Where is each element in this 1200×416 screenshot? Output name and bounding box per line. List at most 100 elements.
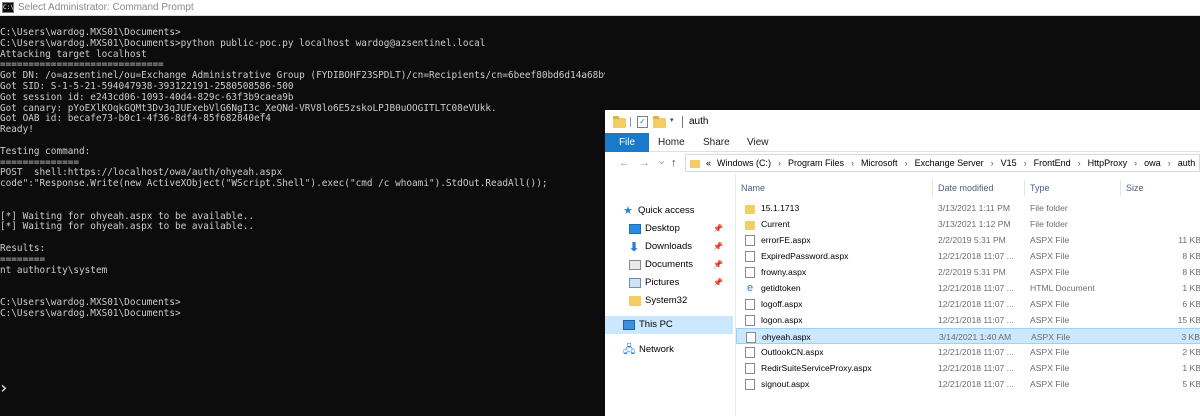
- console-output[interactable]: C:\Users\wardog.MXS01\Documents> C:\Users…: [0, 28, 605, 416]
- breadcrumb-segment[interactable]: Microsoft: [861, 158, 898, 168]
- recent-locations-chevron-down-icon[interactable]: ⌄: [657, 154, 666, 168]
- breadcrumb-chevron-right-icon[interactable]: ›: [905, 158, 908, 168]
- console-line: [*] Waiting for ohyeah.aspx to be availa…: [0, 221, 254, 233]
- file-size: 1 KB: [1182, 363, 1200, 373]
- folder-icon: [690, 160, 700, 168]
- file-date-modified: 2/2/2019 5:31 PM: [938, 235, 1006, 245]
- file-row[interactable]: 15.1.1713 3/13/2021 1:11 PM File folder: [736, 200, 1200, 216]
- pin-icon: 📌: [713, 278, 723, 287]
- file-list[interactable]: Name Date modified Type Size 15.1.1713 3/…: [735, 174, 1200, 416]
- tab-file[interactable]: File: [605, 133, 649, 152]
- file-type: ASPX File: [1031, 332, 1071, 342]
- console-line: Results:: [0, 242, 46, 254]
- tab-home[interactable]: Home: [658, 133, 685, 152]
- file-name: ExpiredPassword.aspx: [761, 251, 849, 261]
- sidebar-item-documents[interactable]: Documents 📌: [605, 256, 733, 274]
- breadcrumb-chevron-right-icon[interactable]: ›: [778, 158, 781, 168]
- file-date-modified: 12/21/2018 11:07 ...: [938, 379, 1014, 389]
- breadcrumb-segment[interactable]: Windows (C:): [717, 158, 771, 168]
- file-date-modified: 3/14/2021 1:40 AM: [939, 332, 1012, 342]
- file-type: ASPX File: [1030, 379, 1070, 389]
- breadcrumb-segment[interactable]: V15: [1001, 158, 1017, 168]
- file-date-modified: 12/21/2018 11:07 ...: [938, 299, 1014, 309]
- breadcrumb[interactable]: « Windows (C:) › Program Files › Microsoft › Ex…: [703, 157, 1198, 169]
- back-arrow-icon[interactable]: ←: [619, 156, 630, 170]
- file-row[interactable]: errorFE.aspx 2/2/2019 5:31 PM ASPX File 11 …: [736, 232, 1200, 248]
- file-type: ASPX File: [1030, 299, 1070, 309]
- file-date-modified: 12/21/2018 11:07 ...: [938, 283, 1014, 293]
- tab-view[interactable]: View: [747, 133, 769, 152]
- up-arrow-icon[interactable]: ↑: [671, 156, 677, 170]
- breadcrumb-segment[interactable]: owa: [1144, 158, 1161, 168]
- pictures-icon: [629, 278, 641, 288]
- file-row[interactable]: OutlookCN.aspx 12/21/2018 11:07 ... ASPX F…: [736, 344, 1200, 360]
- sidebar-item-desktop[interactable]: Desktop 📌: [605, 220, 733, 238]
- sidebar-item-quick-access[interactable]: ★ Quick access: [605, 202, 733, 220]
- column-header-type[interactable]: Type: [1030, 182, 1050, 194]
- file-row[interactable]: signout.aspx 12/21/2018 11:07 ... ASPX Fil…: [736, 376, 1200, 392]
- sidebar-item-system32[interactable]: System32: [605, 292, 733, 310]
- cmd-title-bar[interactable]: C:\. Select Administrator: Command Promp…: [0, 0, 1200, 16]
- file-row[interactable]: e getidtoken 12/21/2018 11:07 ... HTML Docu…: [736, 280, 1200, 296]
- file-type: ASPX File: [1030, 235, 1070, 245]
- sidebar-item-this-pc[interactable]: This PC: [605, 316, 733, 334]
- breadcrumb-segment[interactable]: HttpProxy: [1088, 158, 1128, 168]
- star-icon: ★: [623, 205, 633, 217]
- breadcrumb-chevron-right-icon[interactable]: ›: [851, 158, 854, 168]
- sidebar-item-label: Network: [639, 344, 674, 355]
- console-line: C:\Users\wardog.MXS01\Documents>python p…: [0, 37, 486, 49]
- breadcrumb-segment[interactable]: auth: [1178, 158, 1196, 168]
- properties-check-icon[interactable]: ✓: [637, 116, 648, 128]
- column-divider[interactable]: [932, 180, 933, 196]
- console-line: Ready!: [0, 124, 34, 136]
- breadcrumb-segment[interactable]: FrontEnd: [1034, 158, 1071, 168]
- console-line: Got OAB id: becafe73-b0c1-4f36-8df4-85f6…: [0, 113, 271, 125]
- pin-icon: 📌: [713, 260, 723, 269]
- new-folder-icon[interactable]: [653, 116, 666, 128]
- sidebar-item-downloads[interactable]: ⬇ Downloads 📌: [605, 238, 733, 256]
- file-row[interactable]: Current 3/13/2021 1:12 PM File folder: [736, 216, 1200, 232]
- breadcrumb-chevron-right-icon[interactable]: ›: [1134, 158, 1137, 168]
- sidebar-item-label: Pictures: [645, 277, 680, 288]
- breadcrumb-segment[interactable]: Exchange Server: [915, 158, 984, 168]
- column-divider[interactable]: [1120, 180, 1121, 196]
- sidebar-item-label: Documents: [645, 259, 694, 270]
- quick-access-toolbar-dropdown-icon[interactable]: ▾: [670, 116, 674, 124]
- breadcrumb-chevron-right-icon[interactable]: ›: [991, 158, 994, 168]
- file-row[interactable]: logoff.aspx 12/21/2018 11:07 ... ASPX File…: [736, 296, 1200, 312]
- forward-arrow-icon[interactable]: →: [639, 156, 650, 170]
- breadcrumb-chevron-right-icon[interactable]: ›: [1024, 158, 1027, 168]
- file-row[interactable]: logon.aspx 12/21/2018 11:07 ... ASPX File 1…: [736, 312, 1200, 328]
- file-row[interactable]: ExpiredPassword.aspx 12/21/2018 11:07 ...…: [736, 248, 1200, 264]
- tab-share[interactable]: Share: [703, 133, 730, 152]
- file-row[interactable]: frowny.aspx 2/2/2019 5:31 PM ASPX File 8 KB: [736, 264, 1200, 280]
- file-name: Current: [761, 219, 790, 229]
- column-header-date-modified[interactable]: Date modified: [938, 182, 994, 194]
- file-type: ASPX File: [1030, 363, 1070, 373]
- folder-icon: [613, 116, 626, 128]
- column-header-name[interactable]: Name: [741, 182, 765, 194]
- breadcrumb-chevron-right-icon[interactable]: ›: [1078, 158, 1081, 168]
- file-date-modified: 3/13/2021 1:12 PM: [938, 219, 1011, 229]
- file-size: 15 KB: [1177, 315, 1200, 325]
- breadcrumb-segment[interactable]: Program Files: [788, 158, 844, 168]
- breadcrumb-overflow-icon[interactable]: «: [706, 158, 711, 168]
- file-row[interactable]: ohyeah.aspx 3/14/2021 1:40 AM ASPX File 3 K…: [736, 328, 1200, 344]
- column-header-size[interactable]: Size: [1126, 182, 1144, 194]
- file-name: logoff.aspx: [761, 299, 803, 309]
- folder-icon: [745, 205, 755, 214]
- address-bar[interactable]: « Windows (C:) › Program Files › Microsoft › Ex…: [685, 154, 1200, 172]
- explorer-title-bar[interactable]: ✓ ▾ auth: [605, 110, 1200, 133]
- breadcrumb-chevron-right-icon[interactable]: ›: [1168, 158, 1171, 168]
- file-size: 3 KB: [1181, 332, 1200, 342]
- file-type: ASPX File: [1030, 347, 1070, 357]
- file-size: 11 KB: [1178, 235, 1200, 245]
- command-prompt-icon: C:\.: [2, 2, 18, 13]
- html-document-icon: e: [746, 282, 754, 294]
- file-row[interactable]: RedirSuiteServiceProxy.aspx 12/21/2018 11…: [736, 360, 1200, 376]
- aspx-file-icon: [745, 299, 755, 310]
- file-explorer-window[interactable]: ✓ ▾ auth File Home Share View ← → ⌄ ↑ « W…: [605, 110, 1200, 416]
- sidebar-item-network[interactable]: 🖧 Network: [605, 341, 733, 359]
- column-divider[interactable]: [1024, 180, 1025, 196]
- sidebar-item-pictures[interactable]: Pictures 📌: [605, 274, 733, 292]
